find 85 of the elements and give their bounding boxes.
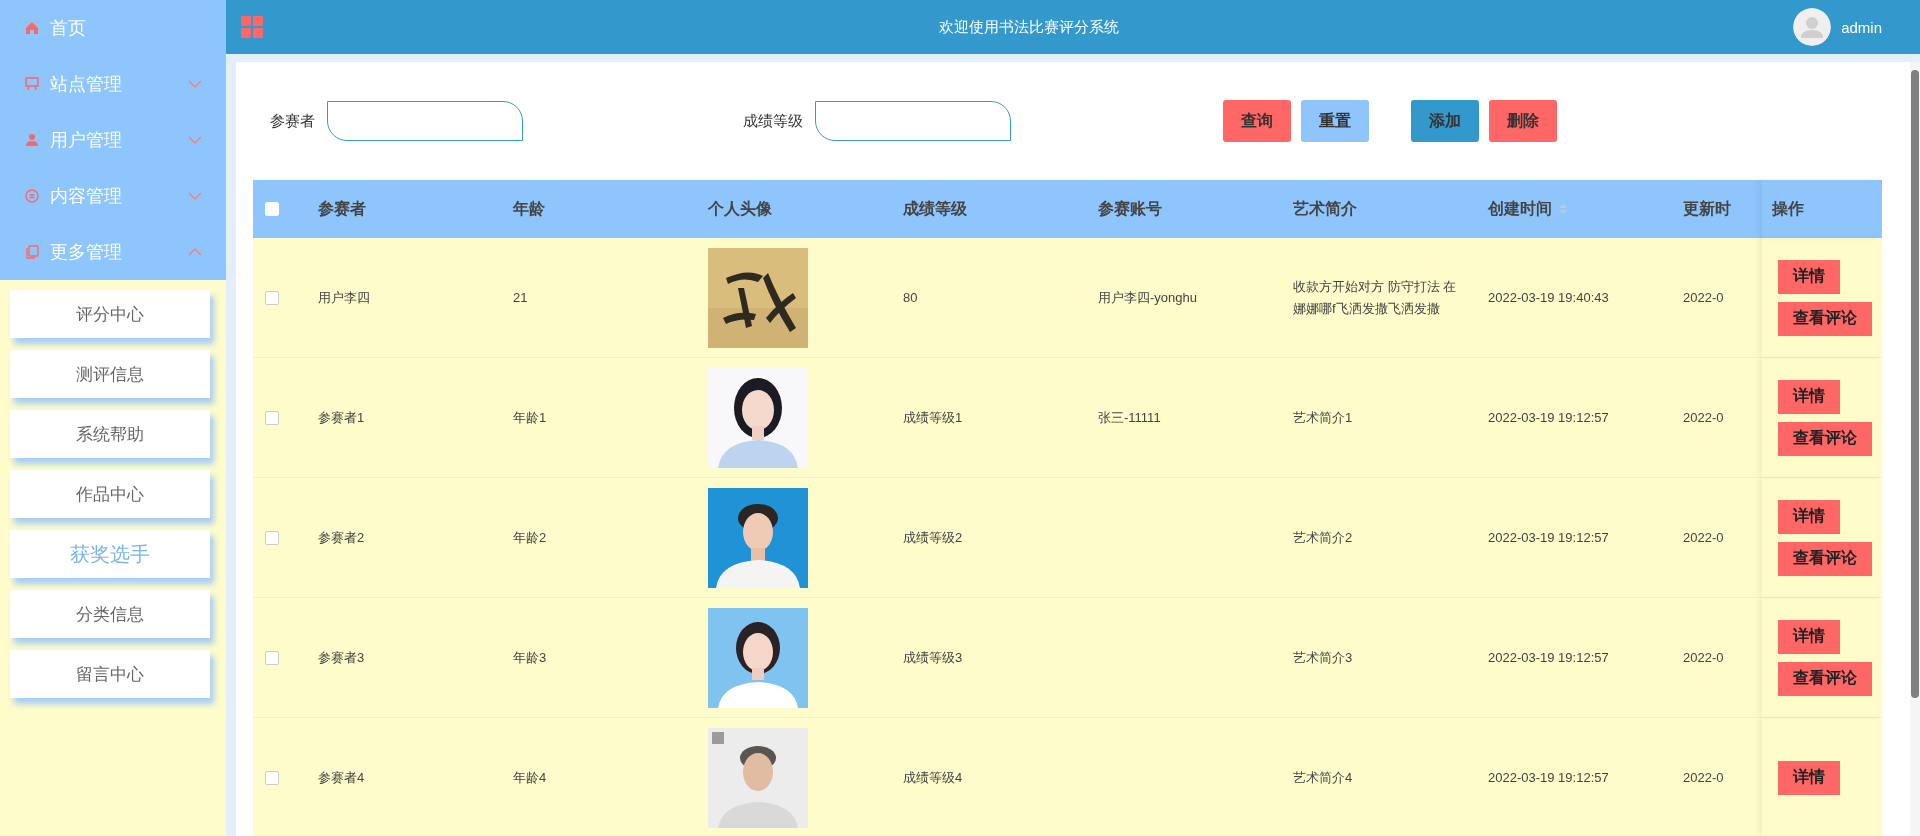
table-cell: 成绩等级2	[903, 529, 963, 545]
grid-icon[interactable]	[240, 15, 264, 39]
table-cell: 艺术简介4	[1293, 769, 1353, 785]
board-icon	[24, 76, 40, 92]
table-cell: 2022-03-19 19:12:57	[1488, 649, 1609, 665]
submenu-item[interactable]: 系统帮助	[10, 410, 210, 458]
chevron-icon	[188, 191, 202, 201]
row-checkbox[interactable]	[265, 410, 279, 425]
user-icon	[24, 132, 40, 148]
row-action-button[interactable]: 查看评论	[1778, 541, 1872, 576]
action-button[interactable]: 添加	[1411, 100, 1479, 142]
table-cell: 2022-0	[1683, 649, 1724, 665]
avatar-icon[interactable]	[1793, 8, 1832, 46]
row-checkbox[interactable]	[265, 650, 279, 665]
user-name[interactable]: admin	[1841, 18, 1882, 36]
sort-icon[interactable]	[1558, 202, 1568, 216]
action-button[interactable]: 删除	[1489, 100, 1557, 142]
table-cell: 成绩等级3	[903, 649, 963, 665]
row-checkbox[interactable]	[265, 290, 279, 305]
input-field[interactable]	[815, 101, 1011, 141]
table-cell: 用户李四	[318, 289, 370, 305]
home-icon	[24, 20, 40, 36]
column-header: 创建时间	[1488, 198, 1552, 219]
copy-icon	[24, 244, 40, 260]
table-cell: 2022-0	[1683, 289, 1724, 305]
table-cell: 2022-03-19 19:12:57	[1488, 529, 1609, 545]
scrollbar-thumb[interactable]	[1911, 70, 1919, 698]
table-cell: 成绩等级4	[903, 769, 963, 785]
table-cell: 2022-03-19 19:40:43	[1488, 289, 1609, 305]
table-cell: 成绩等级1	[903, 409, 963, 425]
submenu-item[interactable]: 分类信息	[10, 590, 210, 638]
column-header: 成绩等级	[903, 198, 967, 219]
table-cell: 参赛者2	[318, 529, 365, 545]
input-field[interactable]	[327, 101, 523, 141]
row-checkbox[interactable]	[265, 770, 279, 785]
table-cell: 21	[513, 289, 528, 305]
row-action-button[interactable]: 查看评论	[1778, 301, 1872, 336]
column-header: 操作	[1772, 198, 1804, 219]
field-label: 成绩等级	[743, 111, 803, 131]
table-cell: 80	[903, 289, 918, 305]
row-action-button[interactable]: 详情	[1778, 379, 1840, 414]
column-header: 个人头像	[708, 198, 772, 219]
submenu-item[interactable]: 评分中心	[10, 290, 210, 338]
row-action-button[interactable]: 详情	[1778, 760, 1840, 795]
table-cell: 年龄4	[513, 769, 547, 785]
action-button[interactable]: 重置	[1301, 100, 1369, 142]
submenu-item[interactable]: 作品中心	[10, 470, 210, 518]
table-cell: 收款方开始对方 防守打法 在娜娜哪f飞洒发撒飞洒发撒	[1293, 278, 1457, 316]
column-header: 年龄	[513, 198, 545, 219]
table-cell: 2022-03-19 19:12:57	[1488, 409, 1609, 425]
table-cell: 张三-11111	[1098, 409, 1161, 425]
table-cell: 2022-03-19 19:12:57	[1488, 769, 1609, 785]
chevron-icon	[188, 247, 202, 257]
table-cell: 2022-0	[1683, 769, 1724, 785]
table-cell: 年龄1	[513, 409, 547, 425]
column-header: 参赛者	[318, 198, 366, 219]
action-button[interactable]: 查询	[1223, 100, 1291, 142]
row-action-button[interactable]: 详情	[1778, 619, 1840, 654]
column-header: 艺术简介	[1293, 198, 1357, 219]
column-header: 更新时	[1683, 198, 1731, 219]
row-action-button[interactable]: 详情	[1778, 259, 1840, 294]
table-cell: 参赛者4	[318, 769, 365, 785]
row-action-button[interactable]: 查看评论	[1778, 421, 1872, 456]
row-action-button[interactable]: 详情	[1778, 499, 1840, 534]
table-cell: 2022-0	[1683, 409, 1724, 425]
row-action-button[interactable]: 查看评论	[1778, 661, 1872, 696]
submenu-item[interactable]: 测评信息	[10, 350, 210, 398]
select-all-checkbox[interactable]	[265, 202, 279, 216]
column-header: 参赛账号	[1098, 198, 1162, 219]
table-cell: 参赛者1	[318, 409, 365, 425]
chevron-icon	[188, 135, 202, 145]
window-title: 欢迎使用书法比赛评分系统	[937, 17, 1120, 37]
row-checkbox[interactable]	[265, 530, 279, 545]
chat-icon	[24, 188, 40, 204]
submenu-item[interactable]: 留言中心	[10, 650, 210, 698]
table-cell: 2022-0	[1683, 529, 1724, 545]
table-cell: 艺术简介3	[1293, 649, 1353, 665]
table-cell: 年龄2	[513, 529, 547, 545]
chevron-icon	[188, 79, 202, 89]
field-label: 参赛者	[270, 111, 315, 131]
table-cell: 参赛者3	[318, 649, 365, 665]
table-cell: 艺术简介2	[1293, 529, 1353, 545]
table-cell: 年龄3	[513, 649, 547, 665]
table-cell: 用户李四-yonghu	[1098, 289, 1197, 305]
table-cell: 艺术简介1	[1293, 409, 1353, 425]
